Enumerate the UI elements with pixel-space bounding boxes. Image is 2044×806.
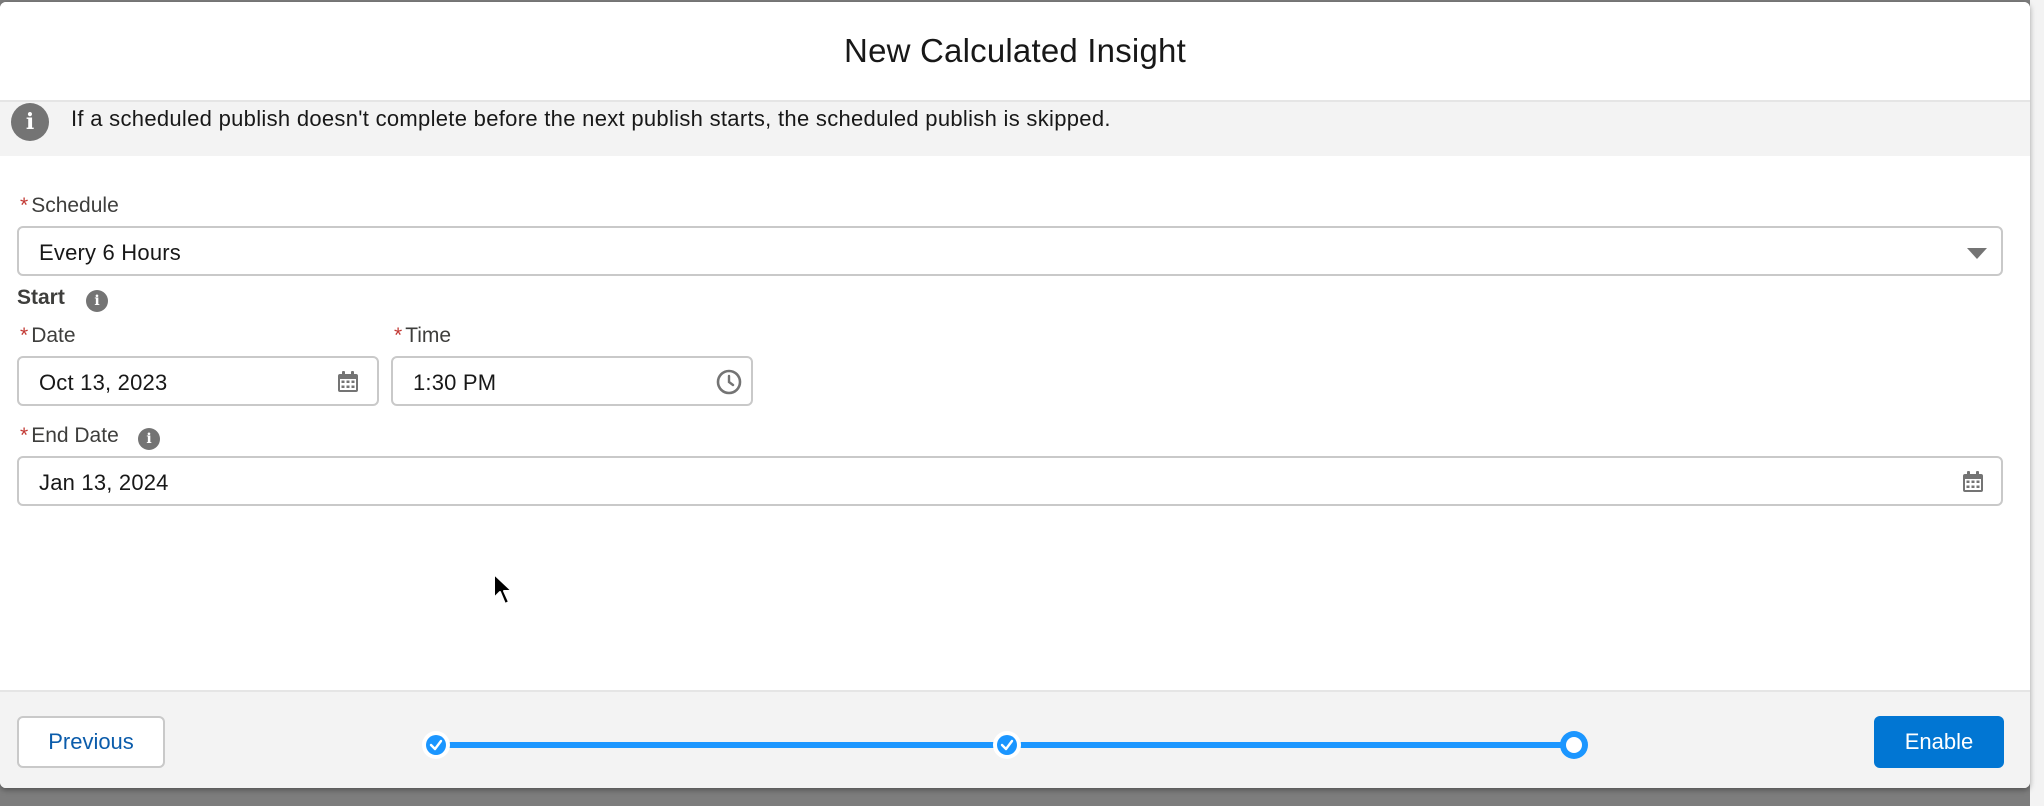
- chevron-down-icon: [1967, 248, 1987, 259]
- end-date-help-info-icon[interactable]: i: [138, 428, 160, 450]
- background-page-edge: [2030, 0, 2044, 806]
- end-date-label: * End Date: [20, 424, 119, 447]
- calendar-icon[interactable]: [337, 371, 359, 398]
- enable-button[interactable]: Enable: [1874, 716, 2004, 768]
- new-calculated-insight-modal: New Calculated Insight i If a scheduled …: [0, 2, 2030, 788]
- info-banner-text: If a scheduled publish doesn't complete …: [71, 106, 1111, 131]
- start-section-label: Start: [17, 286, 65, 309]
- modal-header: New Calculated Insight: [0, 2, 2030, 102]
- required-marker: *: [20, 194, 29, 217]
- schedule-label: * Schedule: [20, 194, 119, 217]
- mouse-pointer-icon: [493, 573, 513, 605]
- calendar-icon[interactable]: [1962, 471, 1984, 498]
- progress-step-2-complete-icon[interactable]: [993, 731, 1021, 759]
- end-date-value: Jan 13, 2024: [39, 470, 169, 495]
- progress-step-3-current-icon[interactable]: [1560, 731, 1588, 759]
- start-help-info-icon[interactable]: i: [86, 290, 108, 312]
- info-icon: i: [11, 103, 49, 141]
- schedule-select[interactable]: Every 6 Hours: [17, 226, 2003, 276]
- info-banner: i If a scheduled publish doesn't complet…: [0, 102, 2030, 156]
- modal-title: New Calculated Insight: [844, 32, 1186, 69]
- time-label: * Time: [394, 324, 452, 347]
- progress-indicator: [422, 731, 1588, 759]
- end-date-input[interactable]: Jan 13, 2024: [17, 456, 2003, 506]
- start-date-input[interactable]: Oct 13, 2023: [17, 356, 379, 406]
- clock-icon[interactable]: [716, 369, 742, 400]
- schedule-value: Every 6 Hours: [39, 240, 181, 265]
- progress-step-1-complete-icon[interactable]: [422, 731, 450, 759]
- date-label: * Date: [20, 324, 76, 347]
- start-time-input[interactable]: 1:30 PM: [391, 356, 753, 406]
- start-date-value: Oct 13, 2023: [39, 370, 168, 395]
- start-time-value: 1:30 PM: [413, 370, 497, 395]
- modal-footer: Previous Enable: [0, 690, 2030, 788]
